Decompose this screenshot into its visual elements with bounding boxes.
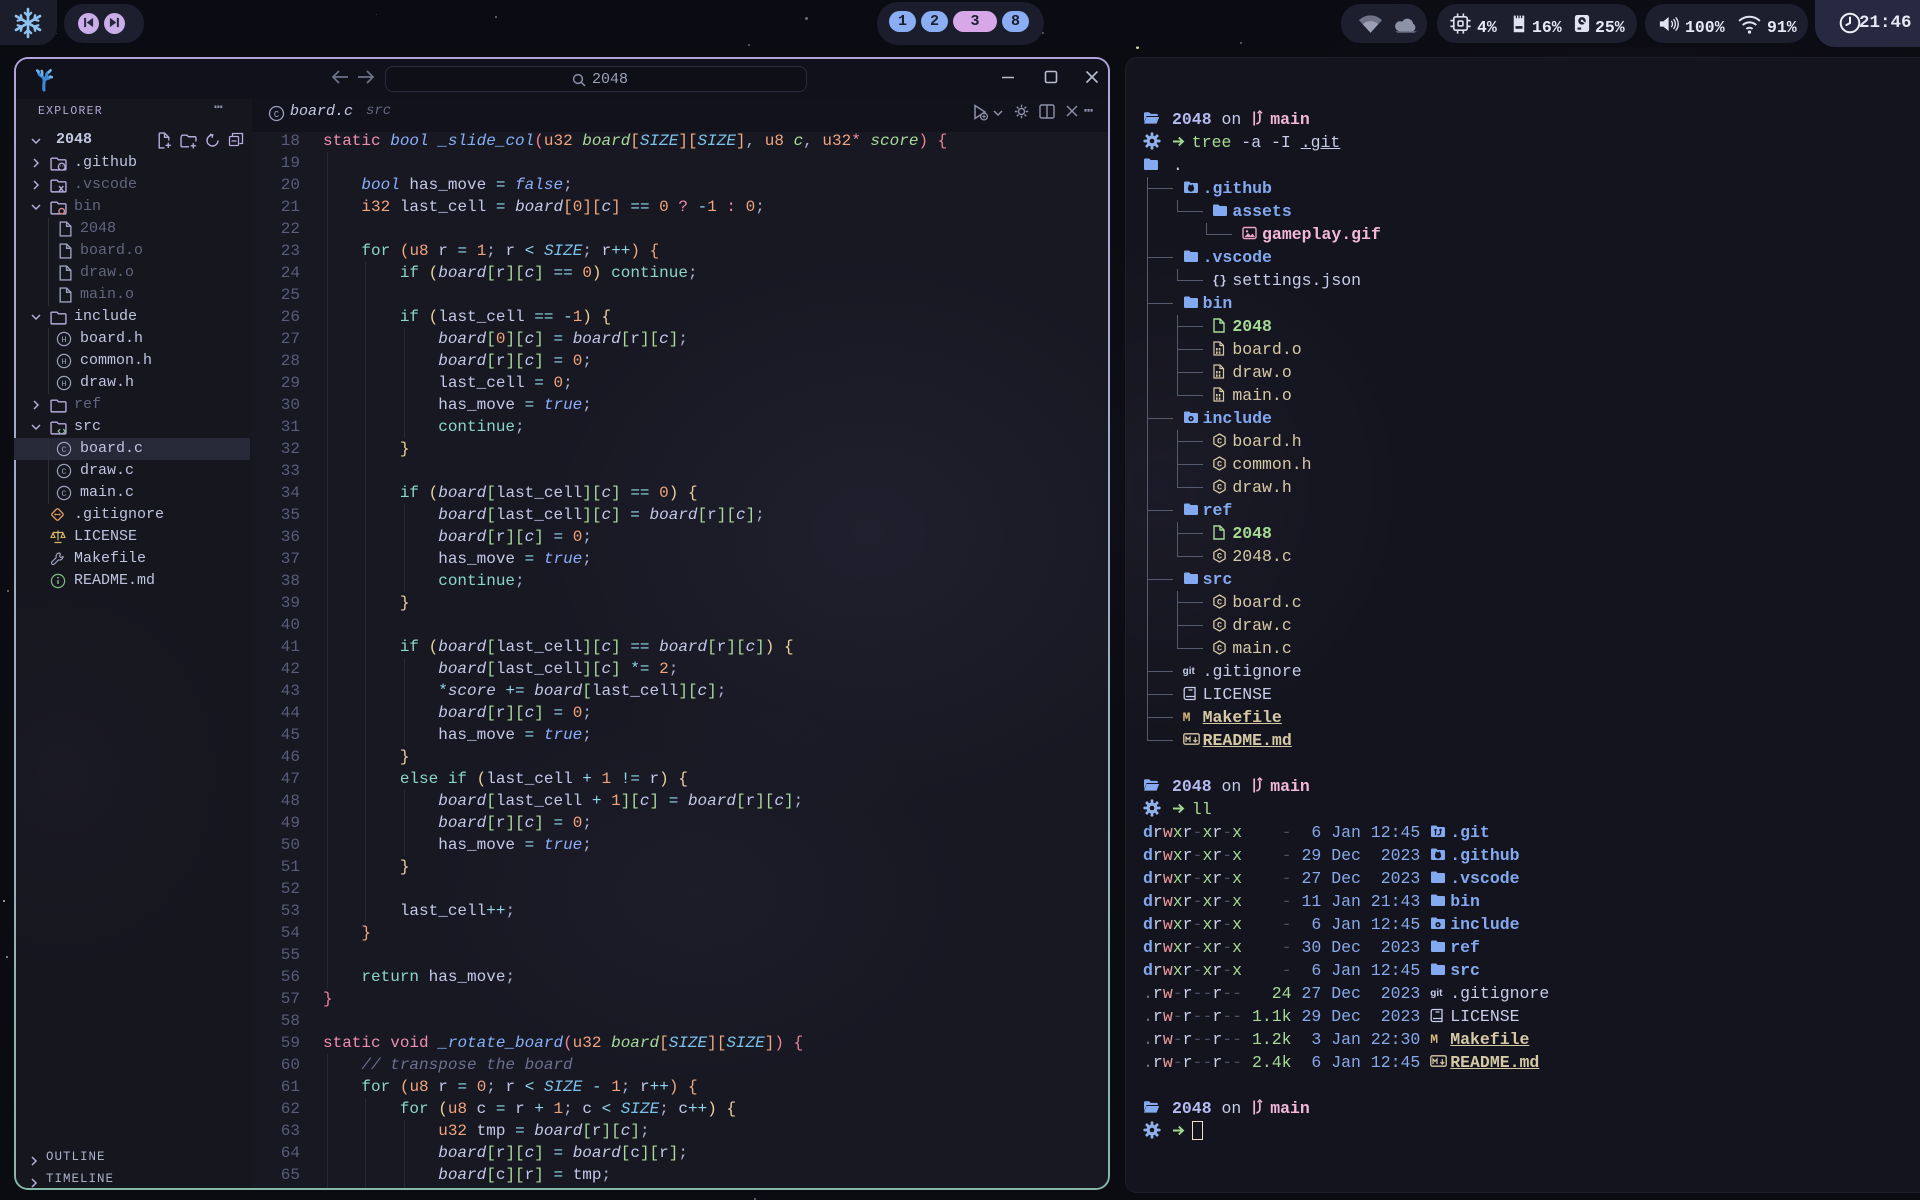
svg-text:C: C [1217,436,1222,446]
svg-text:C: C [1217,643,1222,653]
svg-text:C: C [1217,551,1222,561]
svg-text:C: C [1217,597,1222,607]
svg-text:C: C [1217,482,1222,492]
svg-text:C: C [1217,620,1222,630]
svg-text:C: C [1217,459,1222,469]
